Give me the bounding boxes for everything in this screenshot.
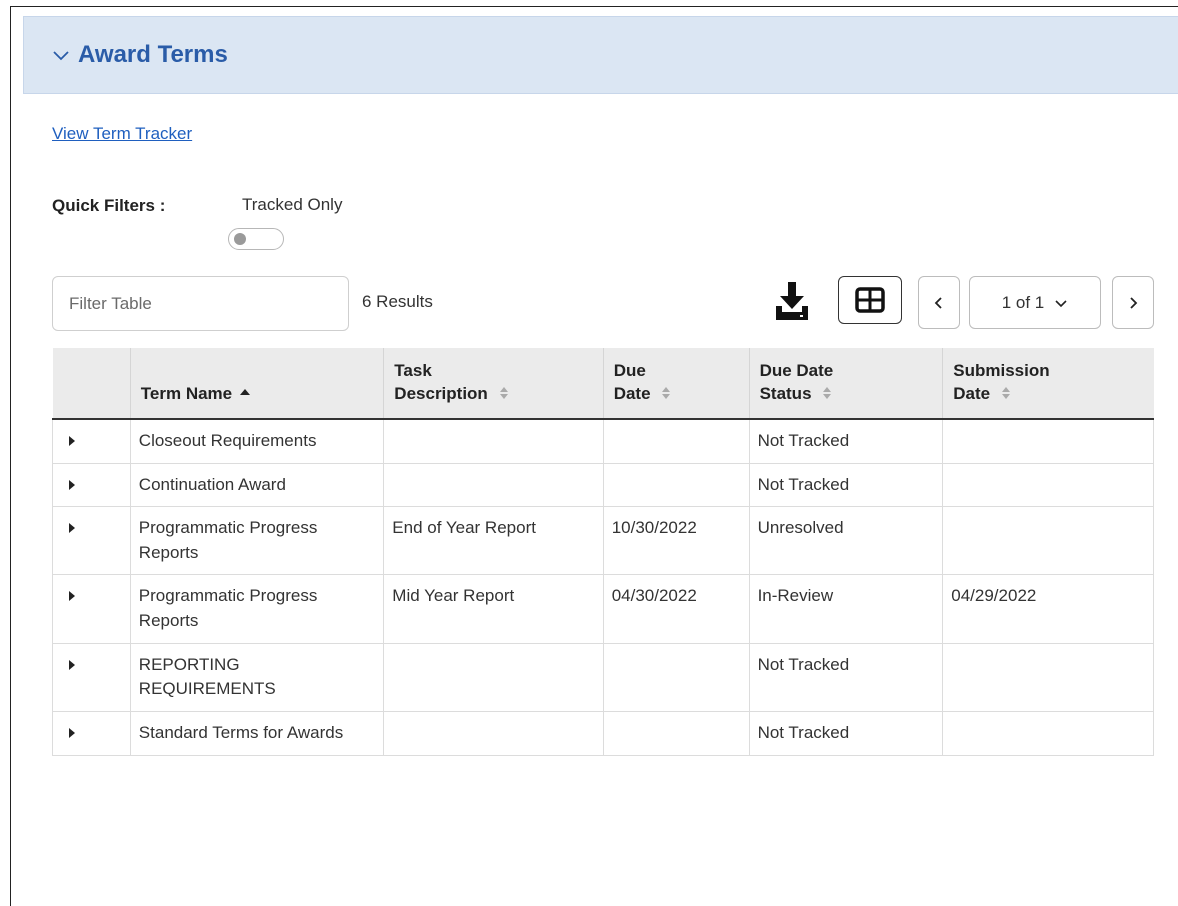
award-terms-panel-header[interactable]: Award Terms: [23, 16, 1178, 94]
table-row: Programmatic Progress Reports Mid Year Re…: [52, 574, 1154, 644]
column-header-task-description[interactable]: Task Description: [383, 348, 604, 420]
expand-row-toggle[interactable]: [52, 642, 131, 713]
task-description-cell: [383, 711, 604, 756]
column-label: Task Description: [394, 361, 508, 403]
due-date-cell: [602, 462, 750, 508]
expand-row-toggle[interactable]: [52, 574, 131, 644]
submission-date-cell: [942, 711, 1154, 756]
term-name-cell: REPORTING REQUIREMENTS: [129, 642, 385, 713]
sort-ascending-icon: [240, 388, 251, 395]
submission-date-cell: [942, 506, 1154, 576]
due-date-status-cell: In-Review: [748, 574, 944, 644]
chevron-left-icon: [934, 296, 942, 309]
view-term-tracker-link[interactable]: View Term Tracker: [52, 124, 192, 144]
filter-table-input[interactable]: [52, 276, 349, 331]
column-label: Due Date: [614, 361, 672, 403]
due-date-status-cell: Not Tracked: [748, 418, 944, 464]
term-name-cell: Continuation Award: [129, 462, 385, 508]
submission-date-cell: [942, 418, 1154, 464]
due-date-cell: 10/30/2022: [602, 506, 750, 576]
table-row: Closeout Requirements Not Tracked: [52, 418, 1154, 464]
task-description-cell: [383, 418, 604, 464]
column-label: Submission Date: [953, 361, 1050, 403]
task-description-cell: End of Year Report: [383, 506, 604, 576]
column-header-expand: [52, 348, 131, 420]
submission-date-cell: 04/29/2022: [942, 574, 1154, 644]
term-name-cell: Programmatic Progress Reports: [129, 574, 385, 644]
submission-date-cell: [942, 642, 1154, 713]
column-header-submission-date[interactable]: Submission Date: [942, 348, 1154, 420]
caret-right-icon: [69, 728, 75, 738]
due-date-status-cell: Not Tracked: [748, 462, 944, 508]
due-date-cell: [602, 418, 750, 464]
caret-right-icon: [69, 479, 75, 490]
caret-right-icon: [69, 435, 75, 446]
table-body: Closeout Requirements Not Tracked Continua…: [52, 418, 1154, 756]
column-label: Term Name: [140, 383, 233, 403]
tracked-only-toggle[interactable]: [228, 228, 284, 250]
chevron-down-icon: [1055, 299, 1067, 307]
table-row: Programmatic Progress Reports End of Year…: [52, 506, 1154, 576]
award-terms-table: Term Name Task Description Due Date Due Da…: [52, 348, 1154, 756]
column-header-due-date[interactable]: Due Date: [603, 348, 750, 420]
table-header-row: Term Name Task Description Due Date Due Da…: [52, 348, 1154, 420]
quick-filters-label: Quick Filters :: [52, 196, 166, 215]
results-count: 6 Results: [362, 292, 433, 311]
due-date-cell: 04/30/2022: [602, 574, 750, 644]
sort-icon: [662, 386, 671, 399]
table-row: REPORTING REQUIREMENTS Not Tracked: [52, 642, 1154, 713]
expand-row-toggle[interactable]: [52, 506, 131, 576]
caret-right-icon: [69, 523, 75, 534]
column-settings-button[interactable]: [838, 276, 902, 324]
next-page-button[interactable]: [1112, 276, 1154, 329]
sort-icon: [499, 386, 508, 399]
term-name-cell: Programmatic Progress Reports: [129, 506, 385, 576]
sort-icon: [823, 386, 832, 399]
panel-title: Award Terms: [78, 41, 228, 68]
due-date-status-cell: Unresolved: [748, 506, 944, 576]
toggle-knob: [234, 233, 246, 245]
table-row: Standard Terms for Awards Not Tracked: [52, 711, 1154, 756]
sort-icon: [1001, 386, 1010, 399]
term-name-cell: Closeout Requirements: [129, 418, 385, 464]
chevron-right-icon: [1130, 296, 1138, 309]
page-select-value: 1 of 1: [1001, 292, 1045, 312]
download-icon[interactable]: [774, 282, 810, 322]
due-date-cell: [602, 642, 750, 713]
column-label: Due Date Status: [759, 361, 834, 403]
due-date-status-cell: Not Tracked: [748, 642, 944, 713]
expand-row-toggle[interactable]: [52, 711, 131, 756]
caret-right-icon: [69, 591, 75, 602]
tracked-only-label: Tracked Only: [242, 195, 343, 214]
previous-page-button[interactable]: [918, 276, 960, 329]
table-columns-icon: [855, 287, 885, 313]
column-header-term-name[interactable]: Term Name: [130, 348, 385, 420]
submission-date-cell: [942, 462, 1154, 508]
column-header-due-date-status[interactable]: Due Date Status: [749, 348, 944, 420]
caret-right-icon: [69, 659, 75, 670]
task-description-cell: [383, 462, 604, 508]
chevron-down-icon: [53, 51, 69, 61]
due-date-cell: [602, 711, 750, 756]
expand-row-toggle[interactable]: [52, 462, 131, 508]
table-row: Continuation Award Not Tracked: [52, 462, 1154, 508]
task-description-cell: [383, 642, 604, 713]
task-description-cell: Mid Year Report: [383, 574, 604, 644]
term-name-cell: Standard Terms for Awards: [129, 711, 385, 756]
due-date-status-cell: Not Tracked: [748, 711, 944, 756]
expand-row-toggle[interactable]: [52, 418, 131, 464]
page-select[interactable]: 1 of 1: [969, 276, 1101, 329]
